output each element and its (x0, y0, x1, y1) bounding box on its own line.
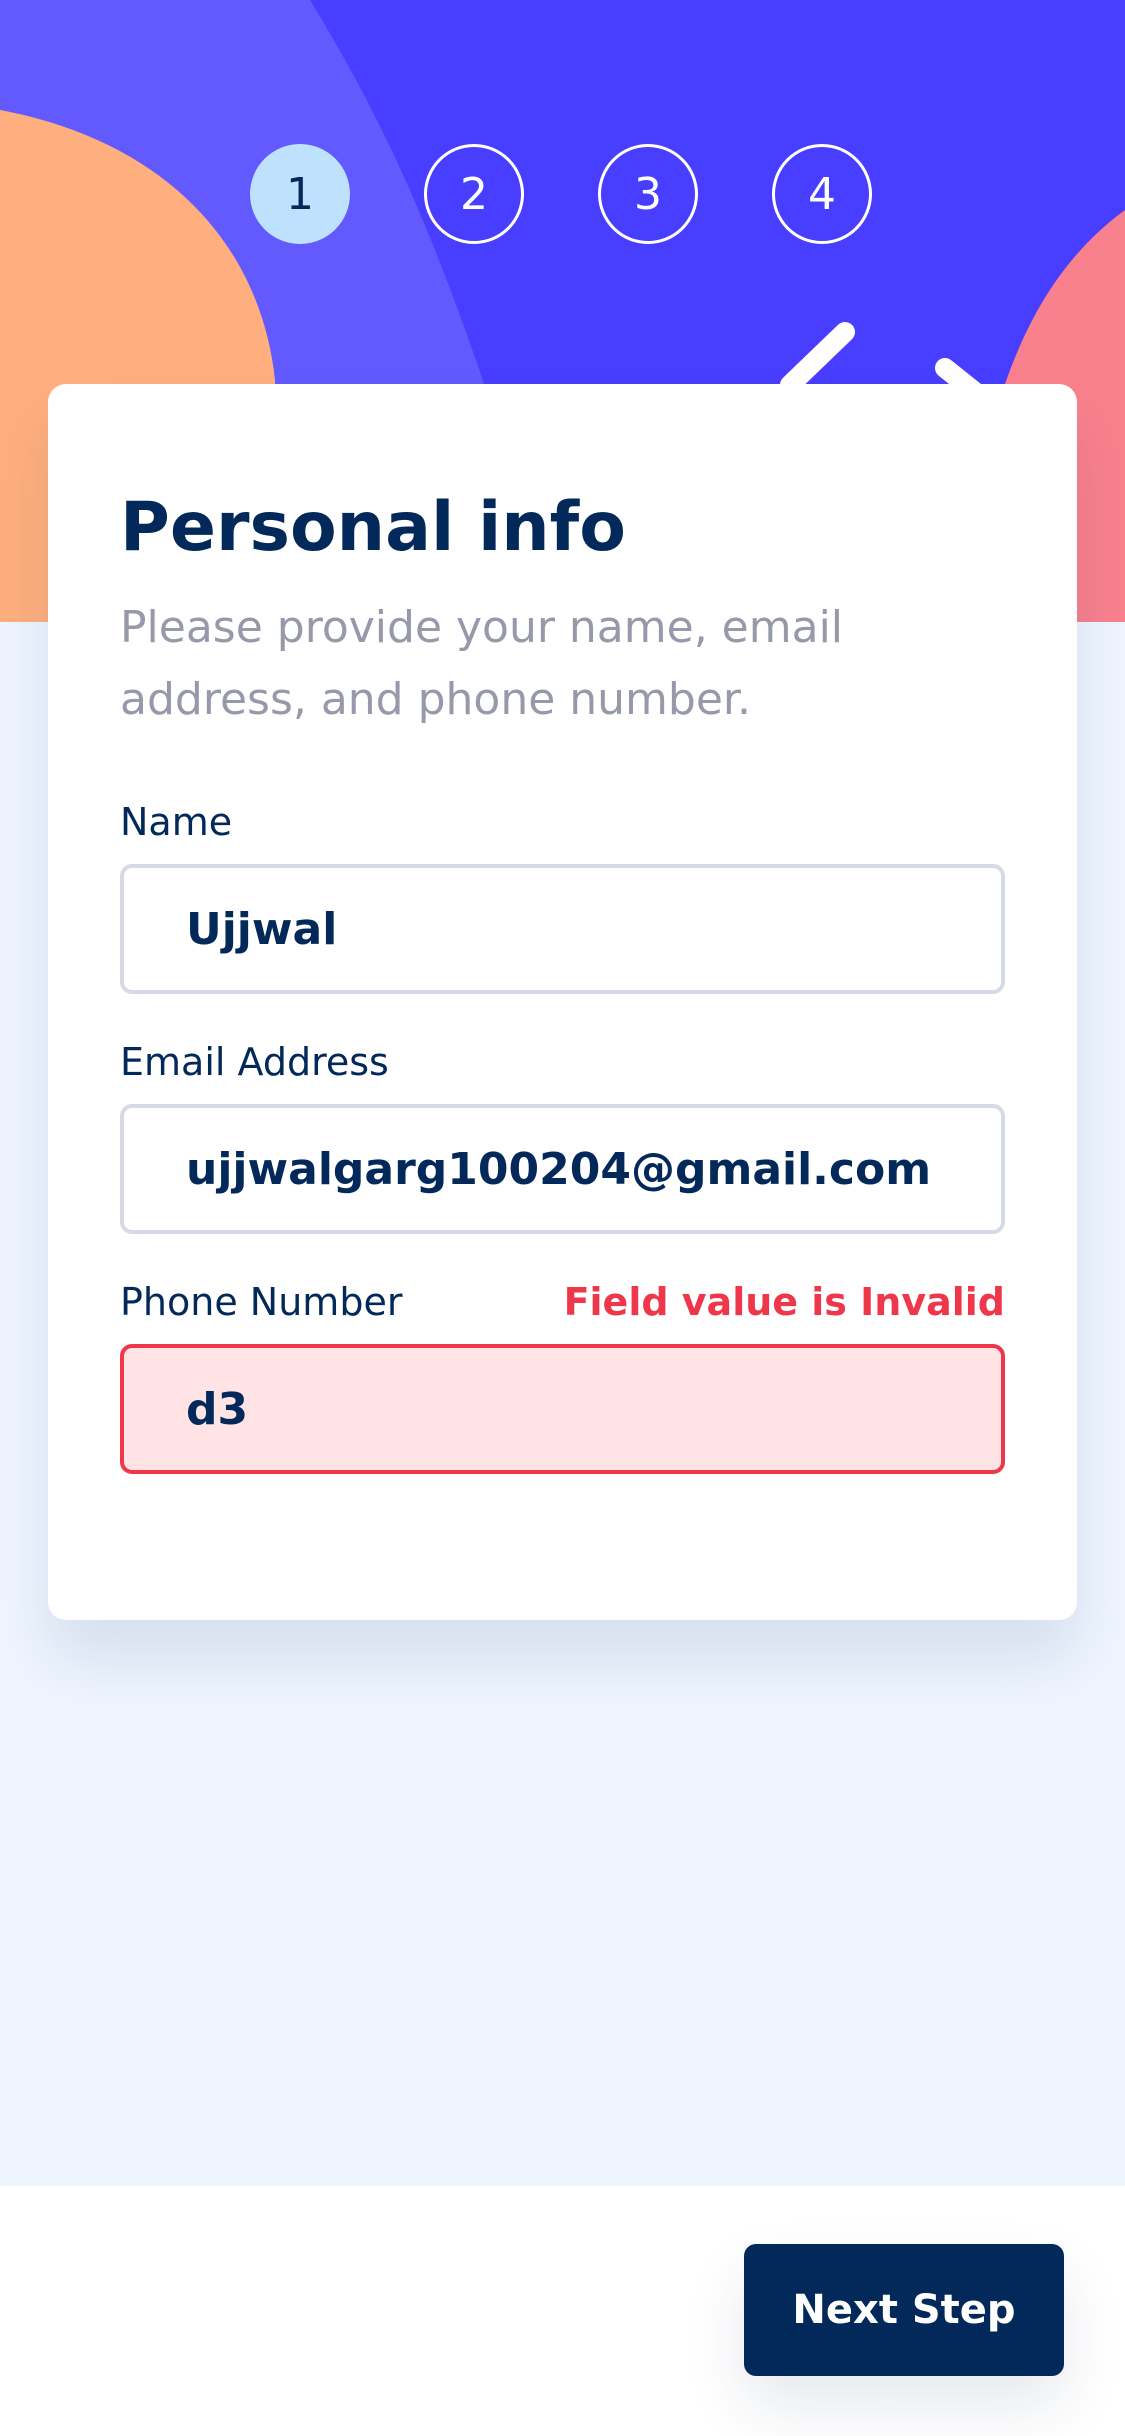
email-label: Email Address (120, 1040, 389, 1084)
phone-field-group: Phone Number Field value is Invalid (120, 1274, 1005, 1474)
phone-input[interactable] (120, 1344, 1005, 1474)
name-field-group: Name (120, 794, 1005, 994)
phone-label: Phone Number (120, 1280, 403, 1324)
next-step-button[interactable]: Next Step (744, 2244, 1064, 2376)
email-input[interactable] (120, 1104, 1005, 1234)
name-input[interactable] (120, 864, 1005, 994)
step-indicator: 1 2 3 4 (250, 144, 872, 244)
footer-bar: Next Step (0, 2186, 1125, 2436)
step-3-indicator[interactable]: 3 (598, 144, 698, 244)
phone-error-message: Field value is Invalid (563, 1280, 1005, 1324)
email-field-group: Email Address (120, 1034, 1005, 1234)
page-subtitle: Please provide your name, email address,… (120, 602, 844, 725)
step-4-indicator[interactable]: 4 (772, 144, 872, 244)
step-1-indicator[interactable]: 1 (250, 144, 350, 244)
step-2-indicator[interactable]: 2 (424, 144, 524, 244)
name-label: Name (120, 800, 233, 844)
form-card: Personal info Please provide your name, … (48, 384, 1077, 1620)
page-title: Personal info (120, 488, 626, 567)
